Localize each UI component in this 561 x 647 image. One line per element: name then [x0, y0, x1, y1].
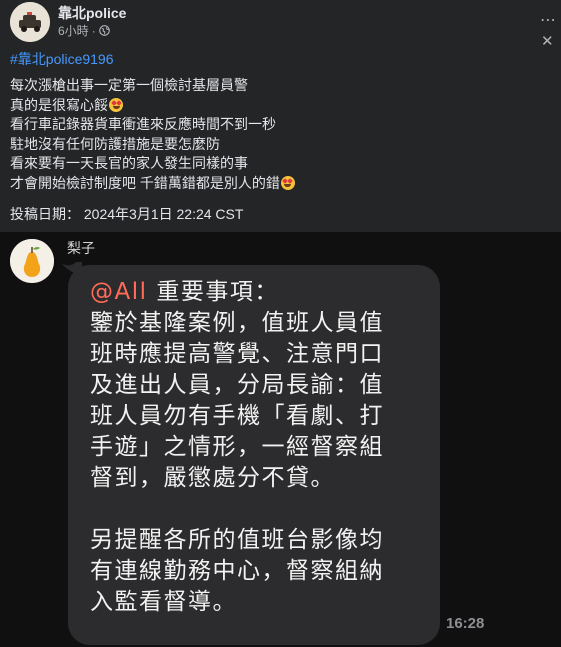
- post-line: 真的是很寫心餒: [10, 96, 295, 116]
- post-line: 每次漲槍出事一定第一個檢討基層員警: [10, 77, 248, 93]
- message-line: 手遊」之情形，一經督察組: [90, 434, 384, 460]
- mention-all[interactable]: @All: [90, 279, 148, 305]
- globe-icon: [98, 25, 110, 36]
- hashtag-link[interactable]: #靠北police9196: [10, 49, 114, 69]
- message-line: 另提醒各所的值班台影像均: [90, 527, 384, 553]
- message-line: 督到，嚴懲處分不貸。: [90, 465, 335, 491]
- message-line: 班時應提高警覺、注意門口: [90, 341, 384, 367]
- separator: ·: [91, 23, 96, 38]
- page-avatar[interactable]: [10, 2, 50, 42]
- star-struck-emoji-icon: [109, 97, 123, 112]
- message-line: 有連線勤務中心，督察組納: [90, 558, 384, 584]
- pear-icon: [10, 239, 54, 283]
- chat-screenshot: 梨子 @All 重要事項： 鑒於基隆案例，值班人員值 班時應提高警覺、注意門口 …: [0, 232, 561, 647]
- star-struck-emoji-icon: [280, 175, 295, 190]
- facebook-post: 靠北police 6小時 · ⋯ ✕ #靠北police9196 每次漲槍出事一…: [0, 0, 561, 232]
- post-line: 看行車記錄器貨車衝進來反應時間不到一秒: [10, 116, 276, 132]
- post-meta: 6小時 ·: [58, 22, 110, 39]
- close-icon[interactable]: ✕: [541, 32, 554, 50]
- message-timestamp: 16:28: [446, 615, 485, 632]
- post-text: 每次漲槍出事一定第一個檢討基層員警 真的是很寫心餒 看行車記錄器貨車衝進來反應時…: [10, 76, 295, 193]
- message-text: @All 重要事項： 鑒於基隆案例，值班人員值 班時應提高警覺、注意門口 及進出…: [90, 277, 384, 618]
- message-line: 鑒於基隆案例，值班人員值: [90, 310, 384, 336]
- post-submission-date: 投稿日期： 2024年3月1日 22:24 CST: [10, 206, 244, 222]
- sender-name: 梨子: [67, 240, 95, 256]
- post-line: 看來要有一天長官的家人發生同樣的事: [10, 155, 248, 171]
- message-line: @All 重要事項：: [90, 279, 279, 305]
- message-line: 班人員勿有手機「看劇、打: [90, 403, 384, 429]
- message-line: 入監看督導。: [90, 589, 237, 615]
- police-car-logo-icon: [10, 2, 50, 42]
- sender-avatar: [10, 239, 54, 283]
- post-time[interactable]: 6小時: [58, 22, 89, 39]
- post-line: 才會開始檢討制度吧 千錯萬錯都是別人的錯: [10, 174, 295, 194]
- message-bubble[interactable]: @All 重要事項： 鑒於基隆案例，值班人員值 班時應提高警覺、注意門口 及進出…: [68, 265, 440, 645]
- post-line: 駐地沒有任何防護措施是要怎麼防: [10, 135, 220, 152]
- page-name[interactable]: 靠北police: [58, 3, 126, 23]
- message-line: 及進出人員，分局長諭：值: [90, 372, 384, 398]
- more-options-icon[interactable]: ⋯: [540, 10, 557, 30]
